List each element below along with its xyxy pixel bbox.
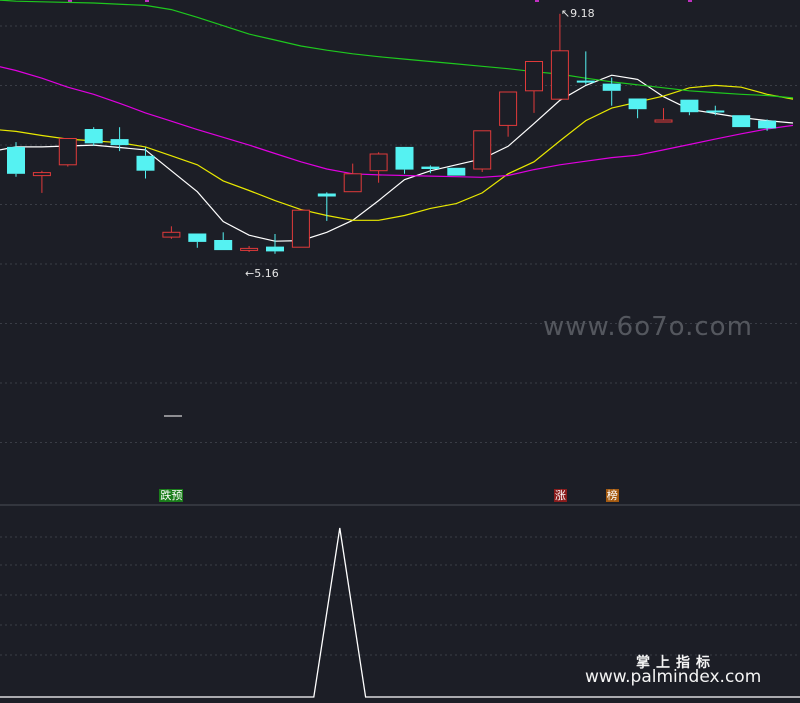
candle-body-down [317,193,336,197]
candle-body-down [188,233,207,242]
candle-body-up [291,209,310,248]
candle-body-up [162,231,181,238]
candle-body-down [136,155,155,171]
annotation-value: 5.16 [254,266,279,280]
brand-watermark-url: www.palmindex.com [585,667,762,687]
candle-body-down [110,139,129,146]
signal-marker-rise: 涨 [553,489,567,502]
candle-body-up [369,153,388,172]
candle-body-up [654,119,673,123]
candle-body-up [32,172,51,177]
top-strip-mark [535,0,539,2]
candle-body-down [628,98,647,110]
signal-marker-board: 榜 [605,489,619,502]
candle-body-up [550,50,569,100]
candle-body-down [576,80,595,83]
candle-body-down [84,129,103,144]
candle-body-up [499,91,518,126]
candle-body-up [343,173,362,193]
candle-body-down [758,120,777,129]
top-strip-mark [68,0,72,2]
candlestick-chart [0,0,800,698]
candle-body-down [447,167,466,176]
candle-body-down [602,83,621,91]
annotation-arrow: ↖ [560,6,571,20]
candle-body-up [58,138,77,166]
candle-body-down [7,146,25,174]
annotation-value: 9.18 [570,6,595,20]
chart-stage: ↖9.18 ←5.16 跌预 涨 榜 www.6o7o.com 掌上指标 www… [0,0,800,703]
candle-body-down [732,115,751,128]
candle-body-up [525,61,543,92]
top-strip-mark [688,0,692,2]
site-watermark: www.6o7o.com [543,312,753,342]
candle-body-up [473,130,492,170]
signal-marker-drop: 跌预 [159,489,184,502]
candle-body-down [395,146,414,170]
top-strip-mark [145,0,149,2]
candle-body-down [214,240,233,251]
candle-body-up [240,247,259,251]
candle-body-down [266,246,284,252]
candle-body-down [680,99,699,113]
low-price-annotation: ←5.16 [245,266,279,280]
annotation-arrow: ← [245,266,255,280]
candle-body-down [706,110,725,113]
moving-average-line-4 [0,0,794,99]
candle-body-down [421,166,440,169]
high-price-annotation: ↖9.18 [560,6,595,20]
